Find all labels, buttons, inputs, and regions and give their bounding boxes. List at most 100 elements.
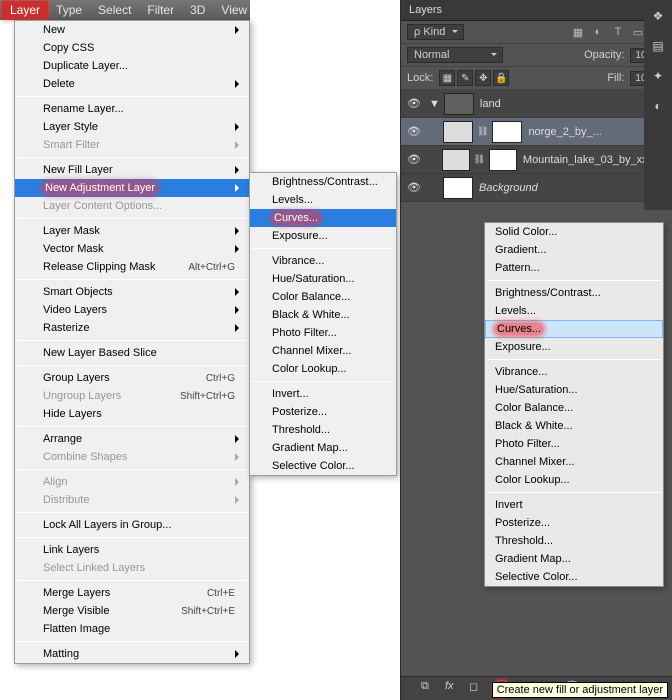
layer-name: land <box>480 98 501 110</box>
menu-item: Align <box>15 473 249 491</box>
popup-item[interactable]: Pattern... <box>485 259 663 277</box>
menu-item[interactable]: Rasterize <box>15 319 249 337</box>
popup-item[interactable]: Solid Color... <box>485 223 663 241</box>
menu-item[interactable]: New <box>15 21 249 39</box>
visibility-icon[interactable]: 👁 <box>407 153 421 166</box>
popup-item[interactable]: Curves... <box>485 320 663 338</box>
layer-menu[interactable]: NewCopy CSSDuplicate Layer...Delete Renam… <box>14 20 250 664</box>
popup-item[interactable]: Threshold... <box>485 532 663 550</box>
submenu-item[interactable]: Selective Color... <box>250 457 396 475</box>
lock-all-icon[interactable]: 🔒 <box>493 70 509 86</box>
menu-item[interactable]: Merge LayersCtrl+E <box>15 584 249 602</box>
lock-label: Lock: <box>407 72 433 84</box>
layer-tree: 👁▼land👁⛓norge_2_by_...👁⛓Mountain_lake_03… <box>401 90 672 202</box>
menubar[interactable]: LayerTypeSelectFilter3DView <box>0 0 250 20</box>
menu-item[interactable]: Flatten Image <box>15 620 249 638</box>
submenu-item[interactable]: Color Balance... <box>250 288 396 306</box>
menu-item[interactable]: New Fill Layer <box>15 161 249 179</box>
submenu-item[interactable]: Photo Filter... <box>250 324 396 342</box>
visibility-icon[interactable]: 👁 <box>407 181 421 194</box>
submenu-item[interactable]: Vibrance... <box>250 252 396 270</box>
menu-item[interactable]: Link Layers <box>15 541 249 559</box>
blend-mode-select[interactable]: Normal <box>407 47 503 63</box>
layer-style-icon[interactable]: fx <box>445 680 463 698</box>
layer-row[interactable]: 👁⛓norge_2_by_... <box>401 118 672 146</box>
popup-item[interactable]: Hue/Saturation... <box>485 381 663 399</box>
menu-item[interactable]: Arrange <box>15 430 249 448</box>
popup-item[interactable]: Channel Mixer... <box>485 453 663 471</box>
link-layers-icon[interactable]: ⧉ <box>421 680 439 698</box>
menu-item[interactable]: Copy CSS <box>15 39 249 57</box>
layer-row[interactable]: 👁▼land <box>401 90 672 118</box>
menu-item: Ungroup LayersShift+Ctrl+G <box>15 387 249 405</box>
menu-item[interactable]: Duplicate Layer... <box>15 57 249 75</box>
popup-item[interactable]: Brightness/Contrast... <box>485 284 663 302</box>
popup-item[interactable]: Exposure... <box>485 338 663 356</box>
menu-view[interactable]: View <box>213 1 255 19</box>
menu-item[interactable]: New Layer Based Slice <box>15 344 249 362</box>
menu-item[interactable]: Lock All Layers in Group... <box>15 516 249 534</box>
popup-item[interactable]: Levels... <box>485 302 663 320</box>
menu-item: Layer Content Options... <box>15 197 249 215</box>
popup-item[interactable]: Gradient... <box>485 241 663 259</box>
submenu-item[interactable]: Gradient Map... <box>250 439 396 457</box>
menu-item[interactable]: Matting <box>15 645 249 663</box>
dock-layers-icon[interactable]: ❖ <box>648 6 668 26</box>
visibility-icon[interactable]: 👁 <box>407 97 421 110</box>
menu-item[interactable]: New Adjustment Layer <box>15 179 249 197</box>
menu-filter[interactable]: Filter <box>139 1 182 19</box>
submenu-item[interactable]: Curves... <box>250 209 396 227</box>
layers-panel-title: Layers <box>401 0 672 21</box>
menu-item[interactable]: Vector Mask <box>15 240 249 258</box>
menu-item[interactable]: Rename Layer... <box>15 100 249 118</box>
menu-item[interactable]: Release Clipping MaskAlt+Ctrl+G <box>15 258 249 276</box>
popup-item[interactable]: Invert <box>485 496 663 514</box>
menu-item[interactable]: Video Layers <box>15 301 249 319</box>
filter-adjust-icon[interactable]: ◐ <box>590 24 606 40</box>
menu-item[interactable]: Layer Style <box>15 118 249 136</box>
menu-item[interactable]: Smart Objects <box>15 283 249 301</box>
submenu-item[interactable]: Invert... <box>250 385 396 403</box>
menu-layer[interactable]: Layer <box>2 1 48 19</box>
dock-paths-icon[interactable]: ✦ <box>648 66 668 86</box>
popup-item[interactable]: Gradient Map... <box>485 550 663 568</box>
menu-item[interactable]: Merge VisibleShift+Ctrl+E <box>15 602 249 620</box>
popup-item[interactable]: Black & White... <box>485 417 663 435</box>
layer-row[interactable]: 👁Background🔒 <box>401 174 672 202</box>
menu-item[interactable]: Layer Mask <box>15 222 249 240</box>
submenu-item[interactable]: Hue/Saturation... <box>250 270 396 288</box>
menu-3d[interactable]: 3D <box>182 1 213 19</box>
popup-item[interactable]: Color Lookup... <box>485 471 663 489</box>
layer-mask-icon[interactable]: ◻ <box>469 680 487 698</box>
popup-item[interactable]: Posterize... <box>485 514 663 532</box>
menu-item[interactable]: Delete <box>15 75 249 93</box>
adjustment-popup[interactable]: Solid Color...Gradient...Pattern... Brigh… <box>484 222 664 587</box>
popup-item[interactable]: Photo Filter... <box>485 435 663 453</box>
submenu-item[interactable]: Posterize... <box>250 403 396 421</box>
menu-item[interactable]: Hide Layers <box>15 405 249 423</box>
filter-pixel-icon[interactable]: ▦ <box>570 24 586 40</box>
kind-select[interactable]: ρ Kind <box>407 24 464 40</box>
submenu-item[interactable]: Threshold... <box>250 421 396 439</box>
popup-item[interactable]: Vibrance... <box>485 363 663 381</box>
visibility-icon[interactable]: 👁 <box>407 125 421 138</box>
submenu-item[interactable]: Black & White... <box>250 306 396 324</box>
submenu-item[interactable]: Brightness/Contrast... <box>250 173 396 191</box>
menu-item[interactable]: Group LayersCtrl+G <box>15 369 249 387</box>
lock-position-icon[interactable]: ✥ <box>475 70 491 86</box>
filter-type-icon[interactable]: T <box>610 24 626 40</box>
menu-type[interactable]: Type <box>48 1 90 19</box>
popup-item[interactable]: Selective Color... <box>485 568 663 586</box>
popup-item[interactable]: Color Balance... <box>485 399 663 417</box>
dock-channels-icon[interactable]: ▤ <box>648 36 668 56</box>
new-adjustment-layer-submenu[interactable]: Brightness/Contrast...Levels...Curves...… <box>249 172 397 476</box>
submenu-item[interactable]: Channel Mixer... <box>250 342 396 360</box>
menu-select[interactable]: Select <box>90 1 139 19</box>
lock-transparent-icon[interactable]: ▦ <box>439 70 455 86</box>
submenu-item[interactable]: Color Lookup... <box>250 360 396 378</box>
layer-row[interactable]: 👁⛓Mountain_lake_03_by_xxM... <box>401 146 672 174</box>
dock-adjustments-icon[interactable]: ◐ <box>648 96 668 116</box>
lock-image-icon[interactable]: ✎ <box>457 70 473 86</box>
submenu-item[interactable]: Exposure... <box>250 227 396 245</box>
submenu-item[interactable]: Levels... <box>250 191 396 209</box>
